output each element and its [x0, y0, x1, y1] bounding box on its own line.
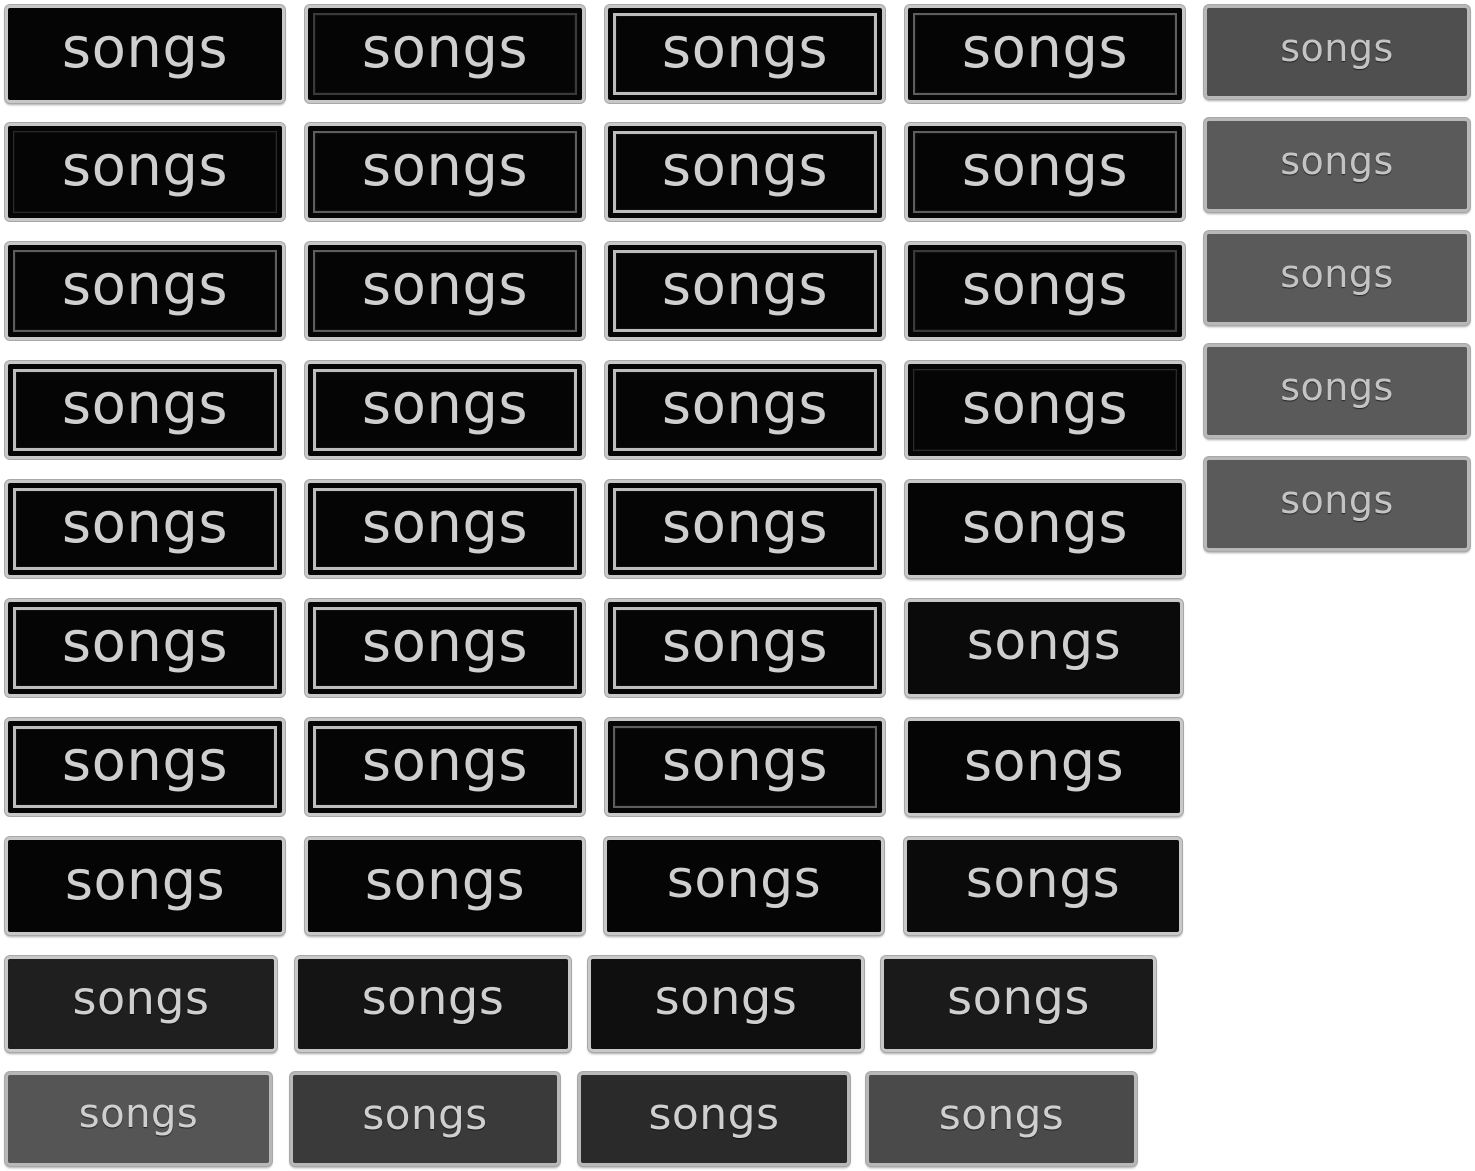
songs-button-label: songs [1280, 365, 1394, 409]
songs-button-r7-c2[interactable]: songs [305, 718, 585, 816]
songs-button-label: songs [361, 609, 529, 675]
songs-button-r4-c3[interactable]: songs [605, 361, 885, 459]
songs-button-r3-c3[interactable]: songs [605, 242, 885, 340]
songs-button-r1-c4[interactable]: songs [905, 5, 1185, 103]
songs-button-r6-c4[interactable]: songs [905, 599, 1183, 697]
songs-button-label: songs [661, 728, 829, 794]
songs-button-r5-c3[interactable]: songs [605, 480, 885, 578]
songs-button-r7-c1[interactable]: songs [5, 718, 285, 816]
songs-button-label: songs [947, 970, 1090, 1026]
songs-button-r1-c1[interactable]: songs [5, 5, 285, 103]
songs-button-label: songs [61, 371, 229, 437]
songs-button-label: songs [938, 1089, 1065, 1139]
songs-button-r4-c2[interactable]: songs [305, 361, 585, 459]
songs-button-r10-c3[interactable]: songs [578, 1072, 850, 1166]
songs-button-label: songs [361, 371, 529, 437]
songs-button-r8-c3[interactable]: songs [604, 837, 884, 935]
songs-button-r2-c4[interactable]: songs [905, 123, 1185, 221]
button-sprite-sheet: songs songs songs songs songs songs song… [0, 0, 1475, 1171]
songs-button-label: songs [61, 252, 229, 318]
songs-button-label: songs [654, 970, 798, 1026]
songs-button-r8-c4[interactable]: songs [904, 837, 1182, 935]
songs-button-label: songs [961, 371, 1129, 437]
songs-button-label: songs [361, 15, 529, 81]
songs-button-r3-c2[interactable]: songs [305, 242, 585, 340]
songs-button-r9-c2[interactable]: songs [295, 956, 571, 1052]
songs-button-label: songs [361, 133, 529, 199]
songs-button-label: songs [361, 490, 529, 556]
songs-button-label: songs [361, 252, 529, 318]
songs-button-r3-c1[interactable]: songs [5, 242, 285, 340]
songs-button-r1-c3[interactable]: songs [605, 5, 885, 103]
songs-button-label: songs [364, 848, 526, 912]
songs-button-r9-c4[interactable]: songs [881, 956, 1156, 1052]
songs-button-label: songs [61, 609, 229, 675]
songs-button-r1-c2[interactable]: songs [305, 5, 585, 103]
songs-button-label: songs [961, 490, 1129, 556]
songs-button-r3-c4[interactable]: songs [905, 242, 1185, 340]
songs-button-label: songs [661, 371, 829, 437]
songs-button-r7-c3[interactable]: songs [605, 718, 885, 816]
songs-button-r5-c1[interactable]: songs [5, 480, 285, 578]
songs-button-label: songs [78, 1091, 199, 1137]
songs-button-r7-c4[interactable]: songs [905, 718, 1183, 816]
songs-button-label: songs [64, 848, 226, 912]
songs-button-r8-c2[interactable]: songs [305, 837, 585, 935]
songs-button-label: songs [61, 728, 229, 794]
songs-button-label: songs [661, 133, 829, 199]
songs-button-r2-c5[interactable]: songs [1204, 118, 1470, 212]
songs-button-label: songs [648, 1088, 780, 1140]
songs-button-label: songs [1280, 139, 1394, 183]
songs-button-r4-c4[interactable]: songs [905, 361, 1185, 459]
songs-button-label: songs [961, 15, 1129, 81]
songs-button-r9-c1[interactable]: songs [5, 956, 277, 1052]
songs-button-label: songs [1280, 252, 1394, 296]
songs-button-label: songs [966, 612, 1122, 672]
songs-button-label: songs [361, 728, 529, 794]
songs-button-r8-c1[interactable]: songs [5, 837, 285, 935]
songs-button-label: songs [661, 252, 829, 318]
songs-button-r2-c2[interactable]: songs [305, 123, 585, 221]
songs-button-r5-c4[interactable]: songs [905, 480, 1185, 578]
songs-button-r6-c1[interactable]: songs [5, 599, 285, 697]
songs-button-r5-c5[interactable]: songs [1204, 457, 1470, 551]
songs-button-r10-c4[interactable]: songs [866, 1072, 1137, 1166]
songs-button-r6-c3[interactable]: songs [605, 599, 885, 697]
songs-button-label: songs [61, 490, 229, 556]
songs-button-r10-c1[interactable]: songs [5, 1072, 272, 1166]
songs-button-r2-c3[interactable]: songs [605, 123, 885, 221]
songs-button-r6-c2[interactable]: songs [305, 599, 585, 697]
songs-button-r5-c2[interactable]: songs [305, 480, 585, 578]
songs-button-label: songs [661, 15, 829, 81]
songs-button-r1-c5[interactable]: songs [1204, 5, 1470, 99]
songs-button-label: songs [1280, 26, 1394, 70]
songs-button-label: songs [1280, 478, 1394, 522]
songs-button-label: songs [362, 1089, 488, 1139]
songs-button-label: songs [72, 971, 210, 1025]
songs-button-label: songs [963, 729, 1125, 793]
songs-button-r3-c5[interactable]: songs [1204, 231, 1470, 325]
songs-button-label: songs [61, 133, 229, 199]
songs-button-label: songs [661, 609, 829, 675]
songs-button-label: songs [961, 133, 1129, 199]
songs-button-label: songs [961, 252, 1129, 318]
songs-button-label: songs [61, 15, 229, 81]
songs-button-r2-c1[interactable]: songs [5, 123, 285, 221]
songs-button-label: songs [666, 850, 822, 910]
songs-button-r4-c1[interactable]: songs [5, 361, 285, 459]
songs-button-r4-c5[interactable]: songs [1204, 344, 1470, 438]
songs-button-label: songs [661, 490, 829, 556]
songs-button-r9-c3[interactable]: songs [588, 956, 864, 1052]
songs-button-label: songs [361, 970, 505, 1026]
songs-button-r10-c2[interactable]: songs [290, 1072, 560, 1166]
songs-button-label: songs [965, 850, 1121, 910]
